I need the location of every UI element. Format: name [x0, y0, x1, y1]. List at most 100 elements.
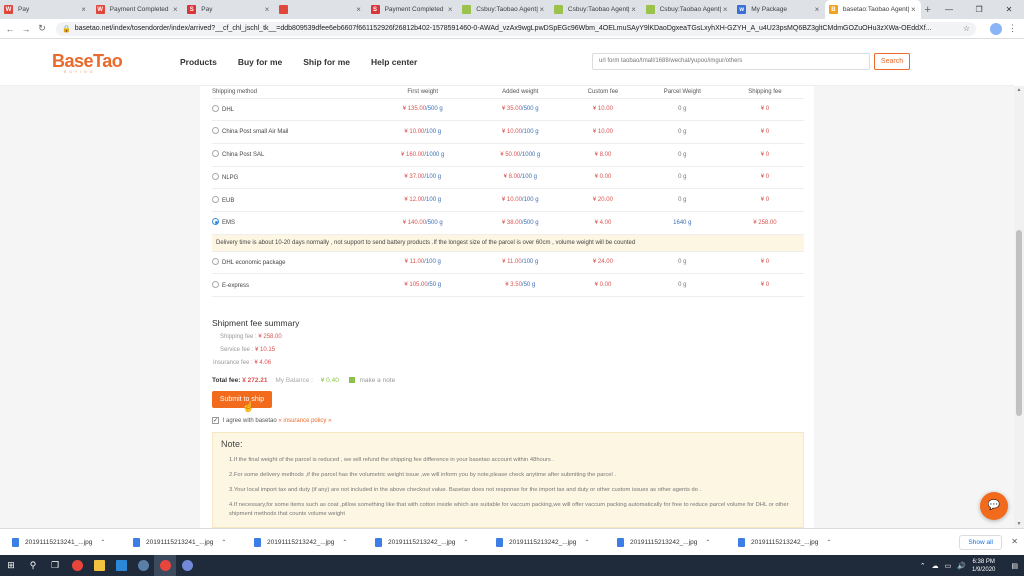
download-item[interactable]: 20191115213242_...jpg ⌃	[726, 537, 847, 547]
download-item[interactable]: 20191115213242_...jpg ⌃	[363, 537, 484, 547]
steam-icon[interactable]	[132, 555, 154, 576]
nav-ship-for-me[interactable]: Ship for me	[303, 57, 350, 67]
shipping-method-cell[interactable]: DHL	[212, 98, 372, 122]
page-scrollbar[interactable]: ▲ ▼	[1014, 86, 1024, 528]
browser-menu-icon[interactable]: ⋮	[1008, 23, 1017, 34]
shipping-row[interactable]: EMS ¥ 140.00/500 g ¥ 38.00/500 g ¥ 4.00 1640…	[212, 211, 804, 235]
tab-close-icon[interactable]: ×	[721, 5, 729, 14]
nav-help-center[interactable]: Help center	[371, 57, 417, 67]
cloud-icon[interactable]: ☁	[932, 562, 939, 570]
chrome-icon[interactable]	[66, 555, 88, 576]
show-all-button[interactable]: Show all	[959, 534, 1002, 550]
taskbar-clock[interactable]: 6:38 PM 1/9/2020	[972, 558, 995, 574]
store-icon[interactable]	[110, 555, 132, 576]
tab-close-icon[interactable]: ×	[355, 5, 363, 14]
chevron-up-icon[interactable]: ⌃	[463, 539, 468, 546]
address-bar[interactable]: 🔒 basetao.net/index/tosendorder/index/ar…	[56, 21, 976, 36]
tab-close-icon[interactable]: ×	[538, 5, 546, 14]
shipping-row[interactable]: EUB ¥ 12.00/100 g ¥ 10.00/100 g ¥ 20.00 0 g ¥…	[212, 188, 804, 212]
shipping-radio[interactable]	[212, 280, 219, 288]
tray-up-icon[interactable]: ⌃	[920, 562, 926, 570]
chevron-up-icon[interactable]: ⌃	[584, 539, 589, 546]
shipping-method-cell[interactable]: DHL economic package	[212, 251, 372, 275]
download-item[interactable]: 20191115213242_...jpg ⌃	[242, 537, 363, 547]
chevron-up-icon[interactable]: ⌃	[705, 539, 710, 546]
shipping-radio[interactable]	[212, 172, 219, 180]
browser-tab[interactable]: Csbuy:Taobao Agent| ×	[458, 0, 550, 19]
scroll-up-icon[interactable]: ▲	[1014, 87, 1024, 93]
scrollbar-thumb[interactable]	[1016, 230, 1022, 416]
minimize-icon[interactable]: —	[934, 0, 964, 19]
basetao-logo[interactable]: BaseTao	[52, 51, 123, 72]
close-window-icon[interactable]: ✕	[994, 0, 1024, 19]
chevron-up-icon[interactable]: ⌃	[826, 539, 831, 546]
browser-tab[interactable]: S Pay ×	[183, 0, 275, 19]
shipping-row[interactable]: NLPG ¥ 37.00/100 g ¥ 8.00/100 g ¥ 0.00 0 g ¥ …	[212, 166, 804, 190]
shipping-row[interactable]: DHL ¥ 135.00/500 g ¥ 35.00/500 g ¥ 10.00 0 g…	[212, 98, 804, 122]
browser-tab[interactable]: W Pay ×	[0, 0, 92, 19]
shipping-row[interactable]: DHL economic package ¥ 11.00/100 g ¥ 11.00…	[212, 251, 804, 275]
browser-tab[interactable]: W Payment Completed ×	[92, 0, 184, 19]
shipping-row[interactable]: China Post small Air Mail ¥ 10.00/100 g ¥ …	[212, 120, 804, 144]
bookmark-star-icon[interactable]: ☆	[963, 24, 970, 33]
task-view-icon[interactable]: ❐	[44, 555, 66, 576]
shipping-row[interactable]: E-express ¥ 105.00/50 g ¥ 3.50/50 g ¥ 0.00 0…	[212, 273, 804, 297]
download-item[interactable]: 20191115213242_...jpg ⌃	[605, 537, 726, 547]
volume-icon[interactable]: 🔊	[957, 562, 966, 570]
nav-products[interactable]: Products	[180, 57, 217, 67]
search-icon[interactable]: ⚲	[22, 555, 44, 576]
shipping-row[interactable]: China Post SAL ¥ 160.00/1000 g ¥ 50.00/100…	[212, 143, 804, 167]
shipping-radio[interactable]	[212, 127, 219, 135]
profile-avatar[interactable]	[990, 22, 1002, 35]
tab-close-icon[interactable]: ×	[446, 5, 454, 14]
chevron-up-icon[interactable]: ⌃	[342, 539, 347, 546]
download-item[interactable]: 20191115213241_...jpg ⌃	[121, 537, 242, 547]
maximize-icon[interactable]: ❐	[964, 0, 994, 19]
tab-close-icon[interactable]: ×	[909, 5, 917, 14]
insurance-policy-link[interactable]: « insurance policy »	[278, 418, 331, 424]
make-note-link[interactable]: make a note	[359, 377, 395, 384]
shipping-radio[interactable]	[212, 218, 219, 226]
nav-buy-for-me[interactable]: Buy for me	[238, 57, 282, 67]
note-icon[interactable]	[348, 377, 355, 384]
network-icon[interactable]: ▭	[945, 562, 952, 570]
tab-close-icon[interactable]: ×	[813, 5, 821, 14]
chrome-active-icon[interactable]	[154, 555, 176, 576]
close-download-bar-icon[interactable]: ✕	[1011, 537, 1018, 546]
shipping-method-cell[interactable]: China Post SAL	[212, 143, 372, 167]
shipping-method-cell[interactable]: China Post small Air Mail	[212, 120, 372, 144]
shipping-radio[interactable]	[212, 257, 219, 265]
tab-close-icon[interactable]: ×	[171, 5, 179, 14]
browser-tab[interactable]: Bbasetao:Taobao Agent| ×	[824, 0, 922, 19]
search-button[interactable]: Search	[874, 53, 910, 70]
shipping-radio[interactable]	[212, 104, 219, 112]
tab-close-icon[interactable]: ×	[630, 5, 638, 14]
shipping-radio[interactable]	[212, 195, 219, 203]
agree-checkbox[interactable]: ✓	[212, 417, 219, 424]
download-item[interactable]: 20191115213242_...jpg ⌃	[484, 537, 605, 547]
new-tab-icon[interactable]: +	[921, 0, 934, 19]
notification-icon[interactable]: ▤	[1011, 562, 1018, 570]
reload-icon[interactable]: ↻	[36, 23, 48, 34]
chevron-up-icon[interactable]: ⌃	[100, 539, 105, 546]
shipping-method-cell[interactable]: NLPG	[212, 166, 372, 190]
shipping-method-cell[interactable]: EMS	[212, 211, 372, 235]
download-item[interactable]: 20191115213241_...jpg ⌃	[0, 537, 121, 547]
search-input[interactable]: url form taobao/tmall/1688/wechat/yupoo/…	[592, 53, 870, 70]
tab-close-icon[interactable]: ×	[263, 5, 271, 14]
chat-icon[interactable]: 💬	[980, 492, 1008, 520]
back-icon[interactable]: ←	[4, 24, 16, 34]
shipping-method-cell[interactable]: E-express	[212, 273, 372, 297]
chevron-up-icon[interactable]: ⌃	[221, 539, 226, 546]
windows-start-icon[interactable]: ⊞	[0, 555, 22, 576]
browser-tab[interactable]: ×	[275, 0, 367, 19]
browser-tab[interactable]: Csbuy:Taobao Agent| ×	[550, 0, 642, 19]
tab-close-icon[interactable]: ×	[80, 5, 88, 14]
browser-tab[interactable]: S Payment Completed ×	[367, 0, 459, 19]
forward-icon[interactable]: →	[20, 24, 32, 34]
file-explorer-icon[interactable]	[88, 555, 110, 576]
shipping-method-cell[interactable]: EUB	[212, 188, 372, 212]
scroll-down-icon[interactable]: ▼	[1014, 521, 1024, 527]
browser-tab[interactable]: Csbuy:Taobao Agent| ×	[642, 0, 734, 19]
shipping-radio[interactable]	[212, 150, 219, 158]
